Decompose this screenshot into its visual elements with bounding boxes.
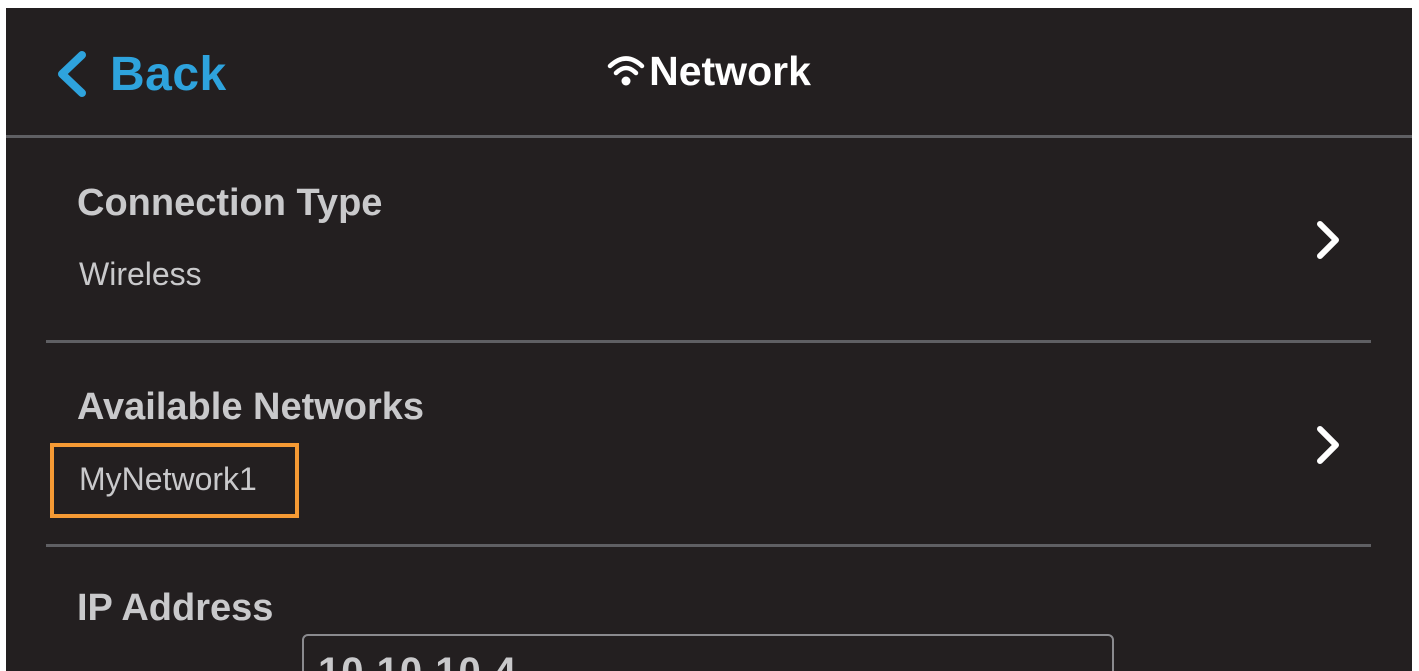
chevron-right-icon[interactable] xyxy=(1313,220,1343,260)
page-title-text: Network xyxy=(649,48,811,94)
ip-address-field[interactable]: 10.10.10.4 xyxy=(302,634,1114,671)
connection-type-value: Wireless xyxy=(79,256,202,292)
ip-address-label: IP Address xyxy=(77,587,274,629)
available-networks-label: Available Networks xyxy=(77,386,425,428)
available-networks-row[interactable]: Available Networks MyNetwork1 xyxy=(46,343,1371,545)
connection-type-label: Connection Type xyxy=(77,182,383,224)
device-screen: Back Network Connection Type Wireless Av… xyxy=(6,8,1412,671)
page-title: Network xyxy=(6,48,1412,95)
ip-address-value: 10.10.10.4 xyxy=(318,650,517,671)
chevron-right-icon[interactable] xyxy=(1313,425,1343,465)
wifi-icon xyxy=(607,55,645,85)
highlight-box xyxy=(50,443,299,518)
header-bar: Back Network xyxy=(6,8,1412,138)
connection-type-row[interactable]: Connection Type Wireless xyxy=(46,138,1371,341)
